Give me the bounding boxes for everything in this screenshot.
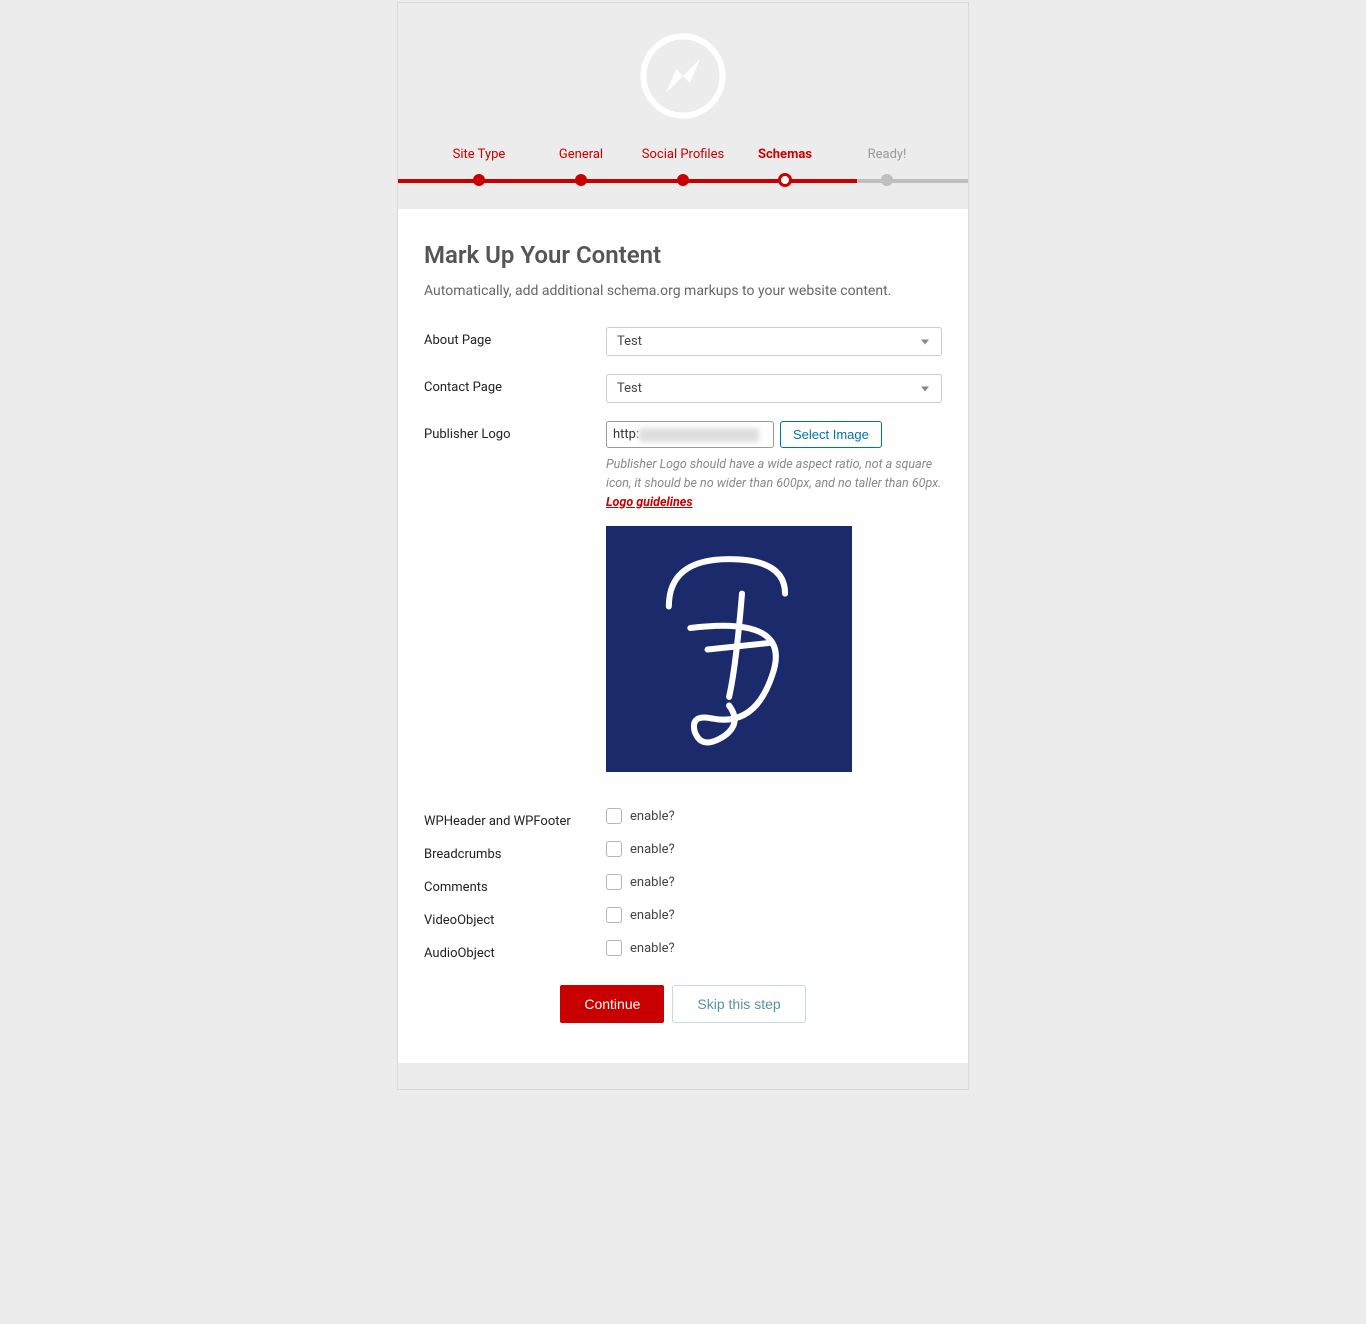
wizard-actions: Continue Skip this step: [424, 985, 942, 1023]
skip-button[interactable]: Skip this step: [672, 985, 805, 1023]
video-checkbox[interactable]: [606, 907, 622, 923]
page-description: Automatically, add additional schema.org…: [424, 283, 942, 299]
continue-button[interactable]: Continue: [560, 985, 664, 1023]
breadcrumbs-checkbox[interactable]: [606, 841, 622, 857]
checkbox-text: enable?: [630, 908, 675, 923]
select-image-button[interactable]: Select Image: [780, 421, 882, 448]
checkbox-text: enable?: [630, 842, 675, 857]
publisher-logo-row: Publisher Logo http: Select Image Publis…: [424, 421, 942, 772]
step-label: General: [530, 147, 632, 162]
contact-page-row: Contact Page Test: [424, 374, 942, 403]
checkbox-text: enable?: [630, 809, 675, 824]
step-label: Site Type: [428, 147, 530, 162]
comments-checkbox-label[interactable]: enable?: [606, 874, 942, 890]
audio-row: AudioObject enable?: [424, 940, 942, 961]
wizard-steps: Site Type General Social Profiles Schema…: [398, 147, 968, 187]
wizard-footer: [398, 1063, 968, 1089]
step-dot-icon: [473, 174, 485, 186]
step-dot-icon: [575, 174, 587, 186]
wpheader-checkbox-label[interactable]: enable?: [606, 808, 942, 824]
select-value: Test: [617, 334, 642, 349]
logo-preview-icon: [643, 545, 815, 754]
contact-page-label: Contact Page: [424, 374, 606, 395]
wpheader-label: WPHeader and WPFooter: [424, 808, 606, 829]
publisher-logo-hint: Publisher Logo should have a wide aspect…: [606, 456, 942, 512]
step-dot-icon: [677, 174, 689, 186]
comments-checkbox[interactable]: [606, 874, 622, 890]
url-blurred: [639, 428, 759, 442]
step-ready[interactable]: Ready!: [836, 147, 938, 187]
checkbox-text: enable?: [630, 875, 675, 890]
publisher-logo-label: Publisher Logo: [424, 421, 606, 442]
about-page-select[interactable]: Test: [606, 327, 942, 356]
url-prefix: http:: [613, 427, 639, 442]
wpheader-row: WPHeader and WPFooter enable?: [424, 808, 942, 829]
step-label: Social Profiles: [632, 147, 734, 162]
step-schemas[interactable]: Schemas: [734, 147, 836, 187]
wizard-header: Site Type General Social Profiles Schema…: [398, 3, 968, 209]
audio-checkbox-label[interactable]: enable?: [606, 940, 942, 956]
setup-wizard: Site Type General Social Profiles Schema…: [397, 2, 969, 1090]
publisher-logo-preview: [606, 526, 852, 772]
compass-logo-icon: [640, 33, 726, 119]
comments-label: Comments: [424, 874, 606, 895]
step-social[interactable]: Social Profiles: [632, 147, 734, 187]
audio-label: AudioObject: [424, 940, 606, 961]
step-dot-icon: [778, 173, 792, 187]
contact-page-select[interactable]: Test: [606, 374, 942, 403]
logo-guidelines-link[interactable]: Logo guidelines: [606, 495, 693, 510]
step-general[interactable]: General: [530, 147, 632, 187]
wizard-content: Mark Up Your Content Automatically, add …: [398, 209, 968, 1063]
step-site-type[interactable]: Site Type: [428, 147, 530, 187]
video-checkbox-label[interactable]: enable?: [606, 907, 942, 923]
comments-row: Comments enable?: [424, 874, 942, 895]
video-label: VideoObject: [424, 907, 606, 928]
checkbox-text: enable?: [630, 941, 675, 956]
breadcrumbs-row: Breadcrumbs enable?: [424, 841, 942, 862]
audio-checkbox[interactable]: [606, 940, 622, 956]
video-row: VideoObject enable?: [424, 907, 942, 928]
page-title: Mark Up Your Content: [424, 241, 942, 269]
step-label: Ready!: [836, 147, 938, 162]
step-dot-icon: [881, 174, 893, 186]
breadcrumbs-checkbox-label[interactable]: enable?: [606, 841, 942, 857]
select-value: Test: [617, 381, 642, 396]
hint-text: Publisher Logo should have a wide aspect…: [606, 457, 941, 491]
publisher-logo-url-input[interactable]: http:: [606, 421, 774, 448]
breadcrumbs-label: Breadcrumbs: [424, 841, 606, 862]
about-page-row: About Page Test: [424, 327, 942, 356]
wpheader-checkbox[interactable]: [606, 808, 622, 824]
about-page-label: About Page: [424, 327, 606, 348]
step-label: Schemas: [734, 147, 836, 162]
